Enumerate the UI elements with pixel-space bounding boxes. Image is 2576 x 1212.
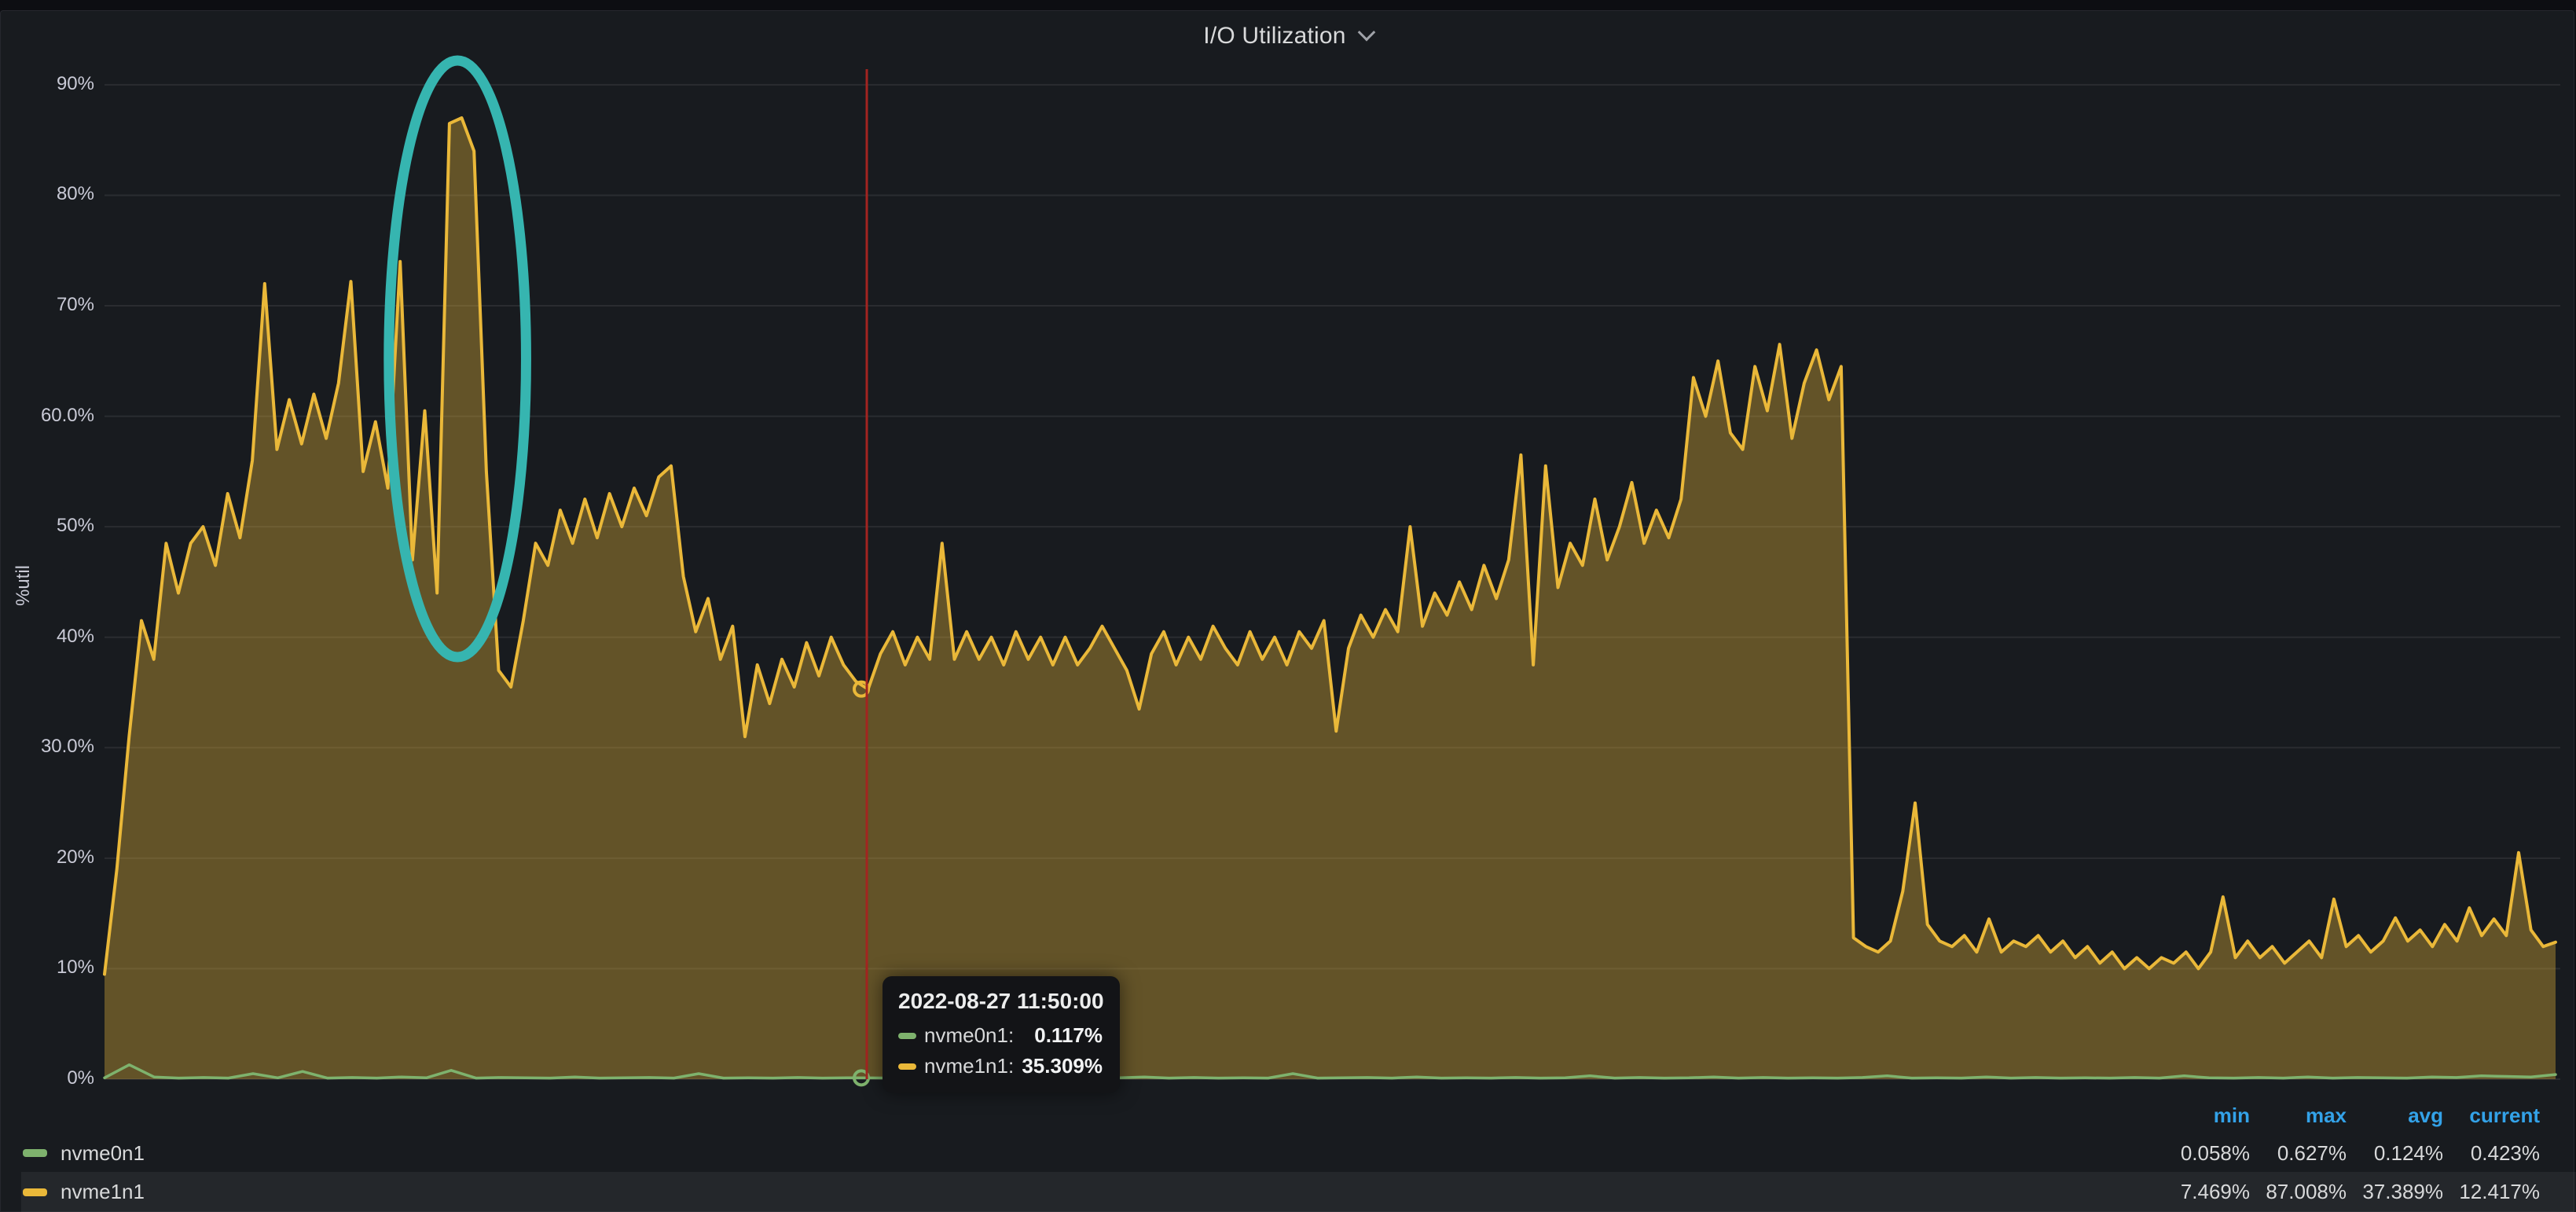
y-tick-label: 50% xyxy=(0,515,94,537)
nvme1n1-area-fill xyxy=(105,118,2556,1079)
legend-current-value: 0.423% xyxy=(2443,1141,2540,1166)
nvme1n1-color-dash-icon xyxy=(898,1063,916,1070)
y-tick-label: 30.0% xyxy=(0,736,94,758)
panel-title[interactable]: I/O Utilization xyxy=(1203,23,1345,50)
grafana-dashboard: I/O Utilization %util 0%10%20%30.0%40%50… xyxy=(0,0,2576,1212)
hover-tooltip: 2022-08-27 11:50:00 nvme0n1: 0.117% nvme… xyxy=(883,976,1120,1093)
legend-header-avg[interactable]: avg xyxy=(2347,1104,2443,1128)
y-tick-label: 0% xyxy=(0,1067,94,1089)
y-tick-label: 80% xyxy=(0,183,94,205)
legend-header-min[interactable]: min xyxy=(2153,1104,2250,1128)
legend-max-value: 0.627% xyxy=(2250,1141,2347,1166)
legend-avg-value: 0.124% xyxy=(2347,1141,2443,1166)
tooltip-series-label: nvme0n1: xyxy=(924,1023,1014,1048)
tooltip-series-value: 0.117% xyxy=(1034,1023,1103,1048)
y-tick-label: 90% xyxy=(0,73,94,95)
y-tick-label: 10% xyxy=(0,957,94,979)
legend-series-toggle-nvme0n1[interactable]: nvme0n1 xyxy=(23,1141,145,1166)
legend-min-value: 0.058% xyxy=(2153,1141,2250,1166)
legend-row-nvme1n1: nvme1n1 7.469% 87.008% 37.389% 12.417% xyxy=(21,1172,2576,1212)
y-tick-labels: 0% 10% 20% 30.0% 40% 50% 60.0% 70% 80% 90% xyxy=(0,0,94,1212)
legend-header-current[interactable]: current xyxy=(2443,1104,2540,1128)
tooltip-series-label: nvme1n1: xyxy=(924,1054,1014,1078)
legend-header-max[interactable]: max xyxy=(2250,1104,2347,1128)
legend-max-value: 87.008% xyxy=(2250,1180,2347,1204)
y-tick-label: 40% xyxy=(0,626,94,648)
legend-series-name: nvme1n1 xyxy=(61,1180,145,1204)
nvme0n1-color-dash-icon xyxy=(23,1149,47,1157)
tooltip-timestamp: 2022-08-27 11:50:00 xyxy=(898,989,1103,1014)
legend-avg-value: 37.389% xyxy=(2347,1180,2443,1204)
panel-header: I/O Utilization xyxy=(0,10,2576,62)
tooltip-row: nvme0n1: 0.117% xyxy=(898,1023,1103,1048)
time-series-chart[interactable] xyxy=(0,0,2576,1212)
legend-current-value: 12.417% xyxy=(2443,1180,2540,1204)
tooltip-row: nvme1n1: 35.309% xyxy=(898,1054,1103,1078)
legend-header-row: min max avg current xyxy=(0,1097,2576,1133)
nvme0n1-color-dash-icon xyxy=(898,1033,916,1039)
legend-series-toggle-nvme1n1[interactable]: nvme1n1 xyxy=(23,1180,145,1204)
y-tick-label: 20% xyxy=(0,847,94,869)
legend-series-name: nvme0n1 xyxy=(61,1141,145,1166)
y-tick-label: 70% xyxy=(0,294,94,316)
y-tick-label: 60.0% xyxy=(0,405,94,427)
legend-min-value: 7.469% xyxy=(2153,1180,2250,1204)
tooltip-series-value: 35.309% xyxy=(1022,1054,1103,1078)
legend-row-nvme0n1: nvme0n1 0.058% 0.627% 0.124% 0.423% xyxy=(0,1135,2576,1171)
nvme1n1-color-dash-icon xyxy=(23,1188,47,1196)
chevron-down-icon[interactable] xyxy=(1357,24,1375,42)
